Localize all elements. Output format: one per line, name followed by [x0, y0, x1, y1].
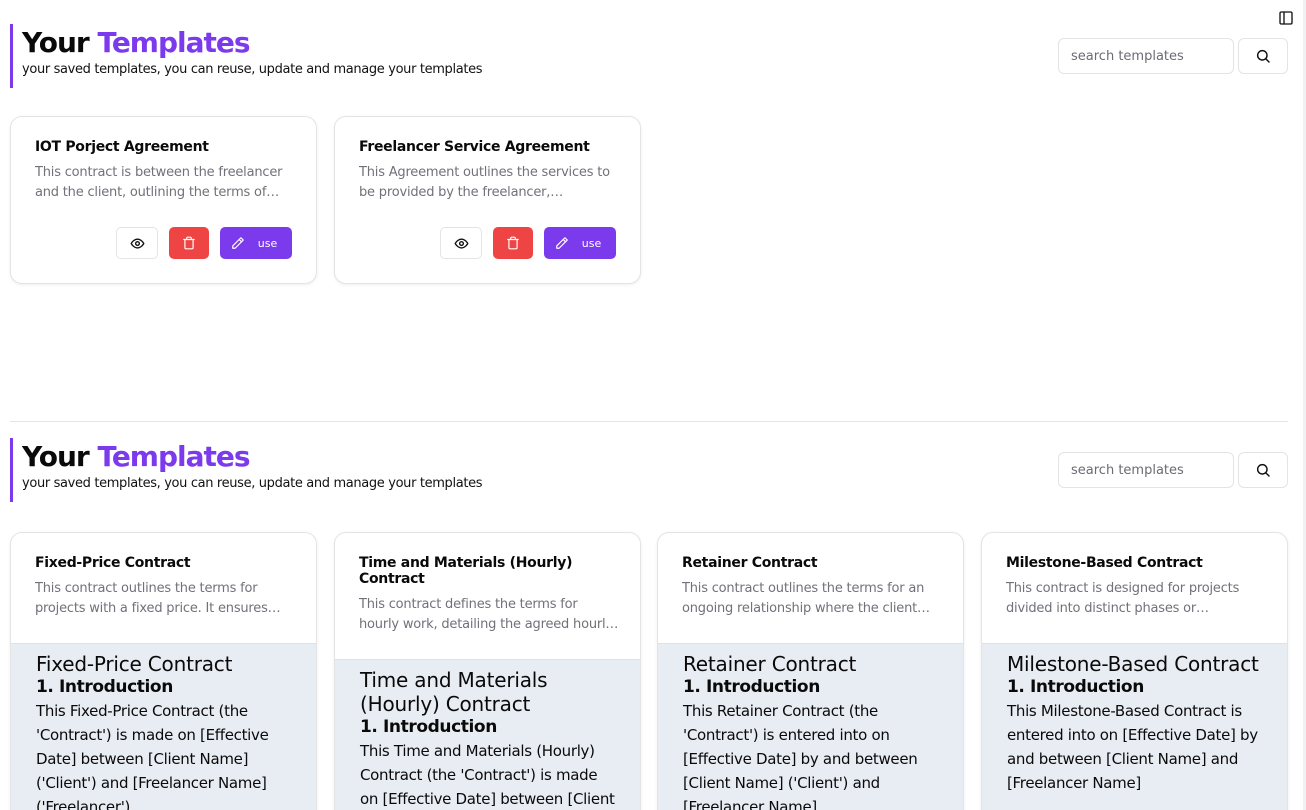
title-block: Your Templates your saved templates, you… [10, 438, 483, 502]
template-card[interactable]: Time and Materials (Hourly) Contract Thi… [334, 532, 641, 810]
page-subtitle: your saved templates, you can reuse, upd… [22, 62, 483, 77]
title-plain: Your [22, 26, 90, 59]
preview-title: Fixed-Price Contract [36, 652, 233, 676]
trash-icon [183, 236, 195, 250]
delete-button[interactable] [169, 227, 209, 259]
template-preview: Milestone-Based Contract 1. Introduction… [982, 643, 1287, 810]
use-button[interactable]: use [544, 227, 616, 259]
preview-title: Retainer Contract [683, 652, 857, 676]
card-title: Fixed-Price Contract [35, 555, 191, 571]
page-subtitle: your saved templates, you can reuse, upd… [22, 476, 483, 491]
preview-body: This Retainer Contract (the 'Contract') … [683, 702, 918, 810]
preview-body: This Time and Materials (Hourly) Contrac… [360, 742, 615, 808]
preview-body: This Milestone-Based Contract is entered… [1007, 702, 1258, 792]
trash-icon [507, 236, 519, 250]
title-plain: Your [22, 440, 90, 473]
card-title: Retainer Contract [682, 555, 818, 571]
template-card: IOT Porject Agreement This contract is b… [10, 116, 317, 284]
use-button-label: use [581, 236, 602, 250]
card-description: This contract outlines the terms for pro… [35, 581, 281, 616]
section-header: Your Templates your saved templates, you… [10, 438, 1288, 502]
card-actions: use [440, 227, 616, 259]
card-title: IOT Porject Agreement [35, 139, 209, 155]
card-actions: use [116, 227, 292, 259]
view-button[interactable] [116, 227, 158, 259]
section-header: Your Templates your saved templates, you… [10, 24, 1288, 88]
card-description: This contract defines the terms for hour… [359, 597, 619, 632]
preview-title: Time and Materials (Hourly) Contract [360, 668, 548, 716]
page-title: Your Templates [22, 24, 482, 62]
search-icon [1256, 49, 1270, 63]
card-title: Freelancer Service Agreement [359, 139, 590, 155]
search-input[interactable] [1058, 452, 1234, 488]
preview-heading: 1. Introduction [360, 717, 497, 737]
search-input[interactable] [1058, 38, 1234, 74]
template-card[interactable]: Retainer Contract This contract outlines… [657, 532, 964, 810]
eye-icon [454, 237, 468, 249]
search-icon [1256, 463, 1270, 477]
card-title: Time and Materials (Hourly) Contract [359, 555, 573, 587]
card-description: This contract outlines the terms for an … [682, 581, 930, 616]
page-title: Your Templates [22, 438, 482, 476]
title-accent: Templates [97, 26, 250, 59]
template-preview: Time and Materials (Hourly) Contract 1. … [335, 659, 640, 810]
template-preview: Retainer Contract 1. Introduction This R… [658, 643, 963, 810]
template-library-section: Your Templates your saved templates, you… [10, 421, 1288, 810]
preview-heading: 1. Introduction [36, 677, 173, 697]
delete-button[interactable] [493, 227, 533, 259]
pencil-icon [555, 237, 568, 249]
view-button[interactable] [440, 227, 482, 259]
card-description: This contract is between the freelancer … [35, 165, 283, 200]
preview-heading: 1. Introduction [683, 677, 820, 697]
pencil-icon [231, 237, 244, 249]
search-button[interactable] [1238, 38, 1288, 74]
title-block: Your Templates your saved templates, you… [10, 24, 483, 88]
card-description: This Agreement outlines the services to … [359, 165, 610, 200]
template-card[interactable]: Milestone-Based Contract This contract i… [981, 532, 1288, 810]
card-description: This contract is designed for projects d… [1006, 581, 1240, 616]
preview-heading: 1. Introduction [1007, 677, 1144, 697]
preview-body: This Fixed-Price Contract (the 'Contract… [36, 702, 269, 810]
template-card[interactable]: Fixed-Price Contract This contract outli… [10, 532, 317, 810]
use-button-label: use [257, 236, 278, 250]
title-accent: Templates [97, 440, 250, 473]
eye-icon [130, 237, 144, 249]
template-card: Freelancer Service Agreement This Agreem… [334, 116, 641, 284]
use-button[interactable]: use [220, 227, 292, 259]
card-title: Milestone-Based Contract [1006, 555, 1203, 571]
saved-templates-section: Your Templates your saved templates, you… [10, 0, 1288, 420]
preview-title: Milestone-Based Contract [1007, 652, 1259, 676]
search-button[interactable] [1238, 452, 1288, 488]
template-preview: Fixed-Price Contract 1. Introduction Thi… [11, 643, 316, 810]
